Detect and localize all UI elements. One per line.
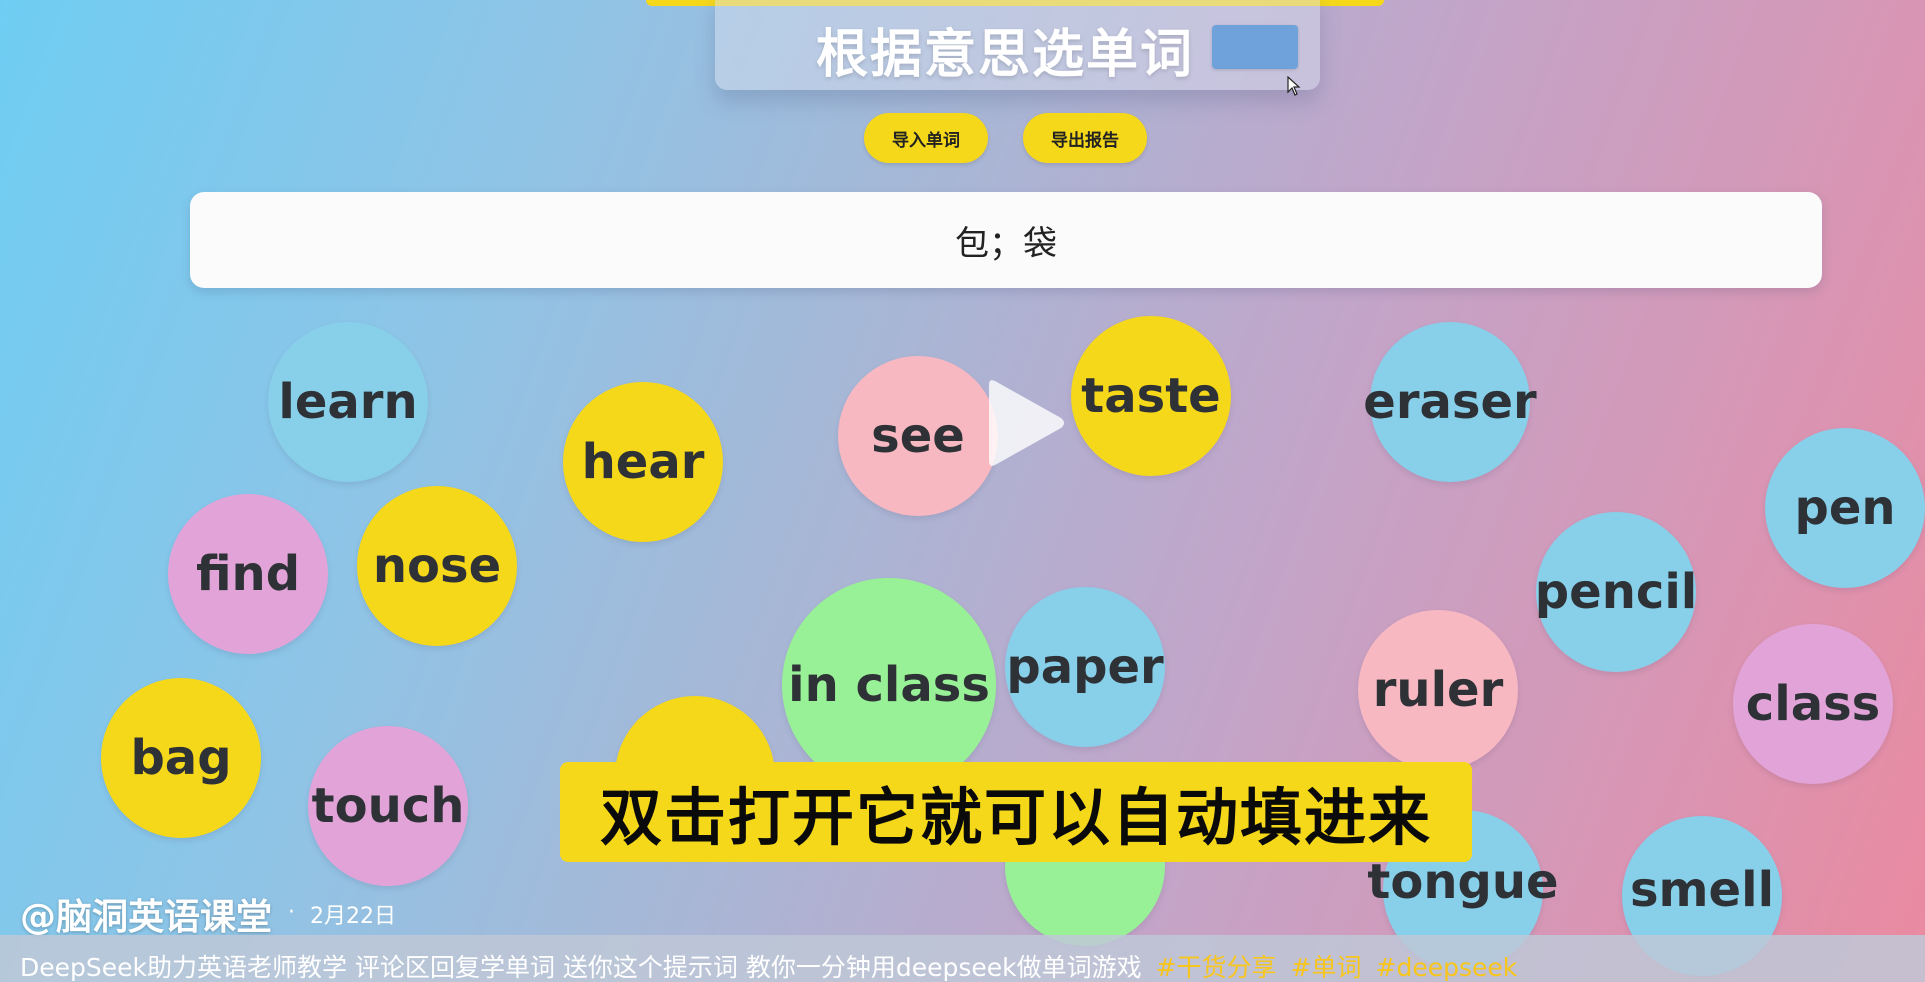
cursor-icon	[1287, 76, 1301, 96]
word-bubble-paper[interactable]: paper	[1005, 587, 1165, 747]
word-bubble-bag[interactable]: bag	[101, 678, 261, 838]
title-action-button[interactable]	[1212, 25, 1298, 69]
word-bubble-pencil[interactable]: pencil	[1535, 512, 1697, 672]
word-bubble-nose[interactable]: nose	[357, 486, 517, 646]
import-words-button[interactable]: 导入单词	[864, 113, 988, 163]
hashtag-link[interactable]: #干货分享	[1156, 953, 1277, 982]
export-report-button[interactable]: 导出报告	[1023, 113, 1147, 163]
word-bubble-class[interactable]: class	[1733, 624, 1893, 784]
play-icon[interactable]	[985, 375, 1067, 471]
video-subtitle: 双击打开它就可以自动填进来	[560, 762, 1472, 862]
hashtag-link[interactable]: #单词	[1291, 953, 1362, 982]
word-bubble-touch[interactable]: touch	[308, 726, 468, 886]
word-bubble-find[interactable]: find	[168, 494, 328, 654]
word-bubble-eraser[interactable]: eraser	[1363, 322, 1537, 482]
post-date: 2月22日	[310, 904, 396, 929]
word-bubble-pen[interactable]: pen	[1765, 428, 1925, 588]
meaning-display: 包；袋	[190, 192, 1822, 288]
hashtag-link[interactable]: #deepseek	[1376, 953, 1518, 982]
video-description: DeepSeek助力英语老师教学 评论区回复学单词 送你这个提示词 教你一分钟用…	[20, 948, 1517, 982]
word-bubble-taste[interactable]: taste	[1071, 316, 1231, 476]
word-bubble-ruler[interactable]: ruler	[1358, 610, 1518, 770]
word-bubble-hear[interactable]: hear	[563, 382, 723, 542]
video-frame[interactable]: 根据意思选单词 导入单词 导出报告 包；袋 learn hear see tas…	[0, 0, 1925, 982]
separator-dot: ·	[288, 900, 295, 925]
word-bubble-in-class[interactable]: in class	[782, 578, 996, 792]
word-bubble-learn[interactable]: learn	[268, 322, 428, 482]
word-bubble-see[interactable]: see	[838, 356, 998, 516]
author-handle[interactable]: @脑洞英语课堂	[20, 888, 272, 940]
game-title: 根据意思选单词	[815, 25, 1194, 85]
description-text: DeepSeek助力英语老师教学 评论区回复学单词 送你这个提示词 教你一分钟用…	[20, 953, 1142, 982]
